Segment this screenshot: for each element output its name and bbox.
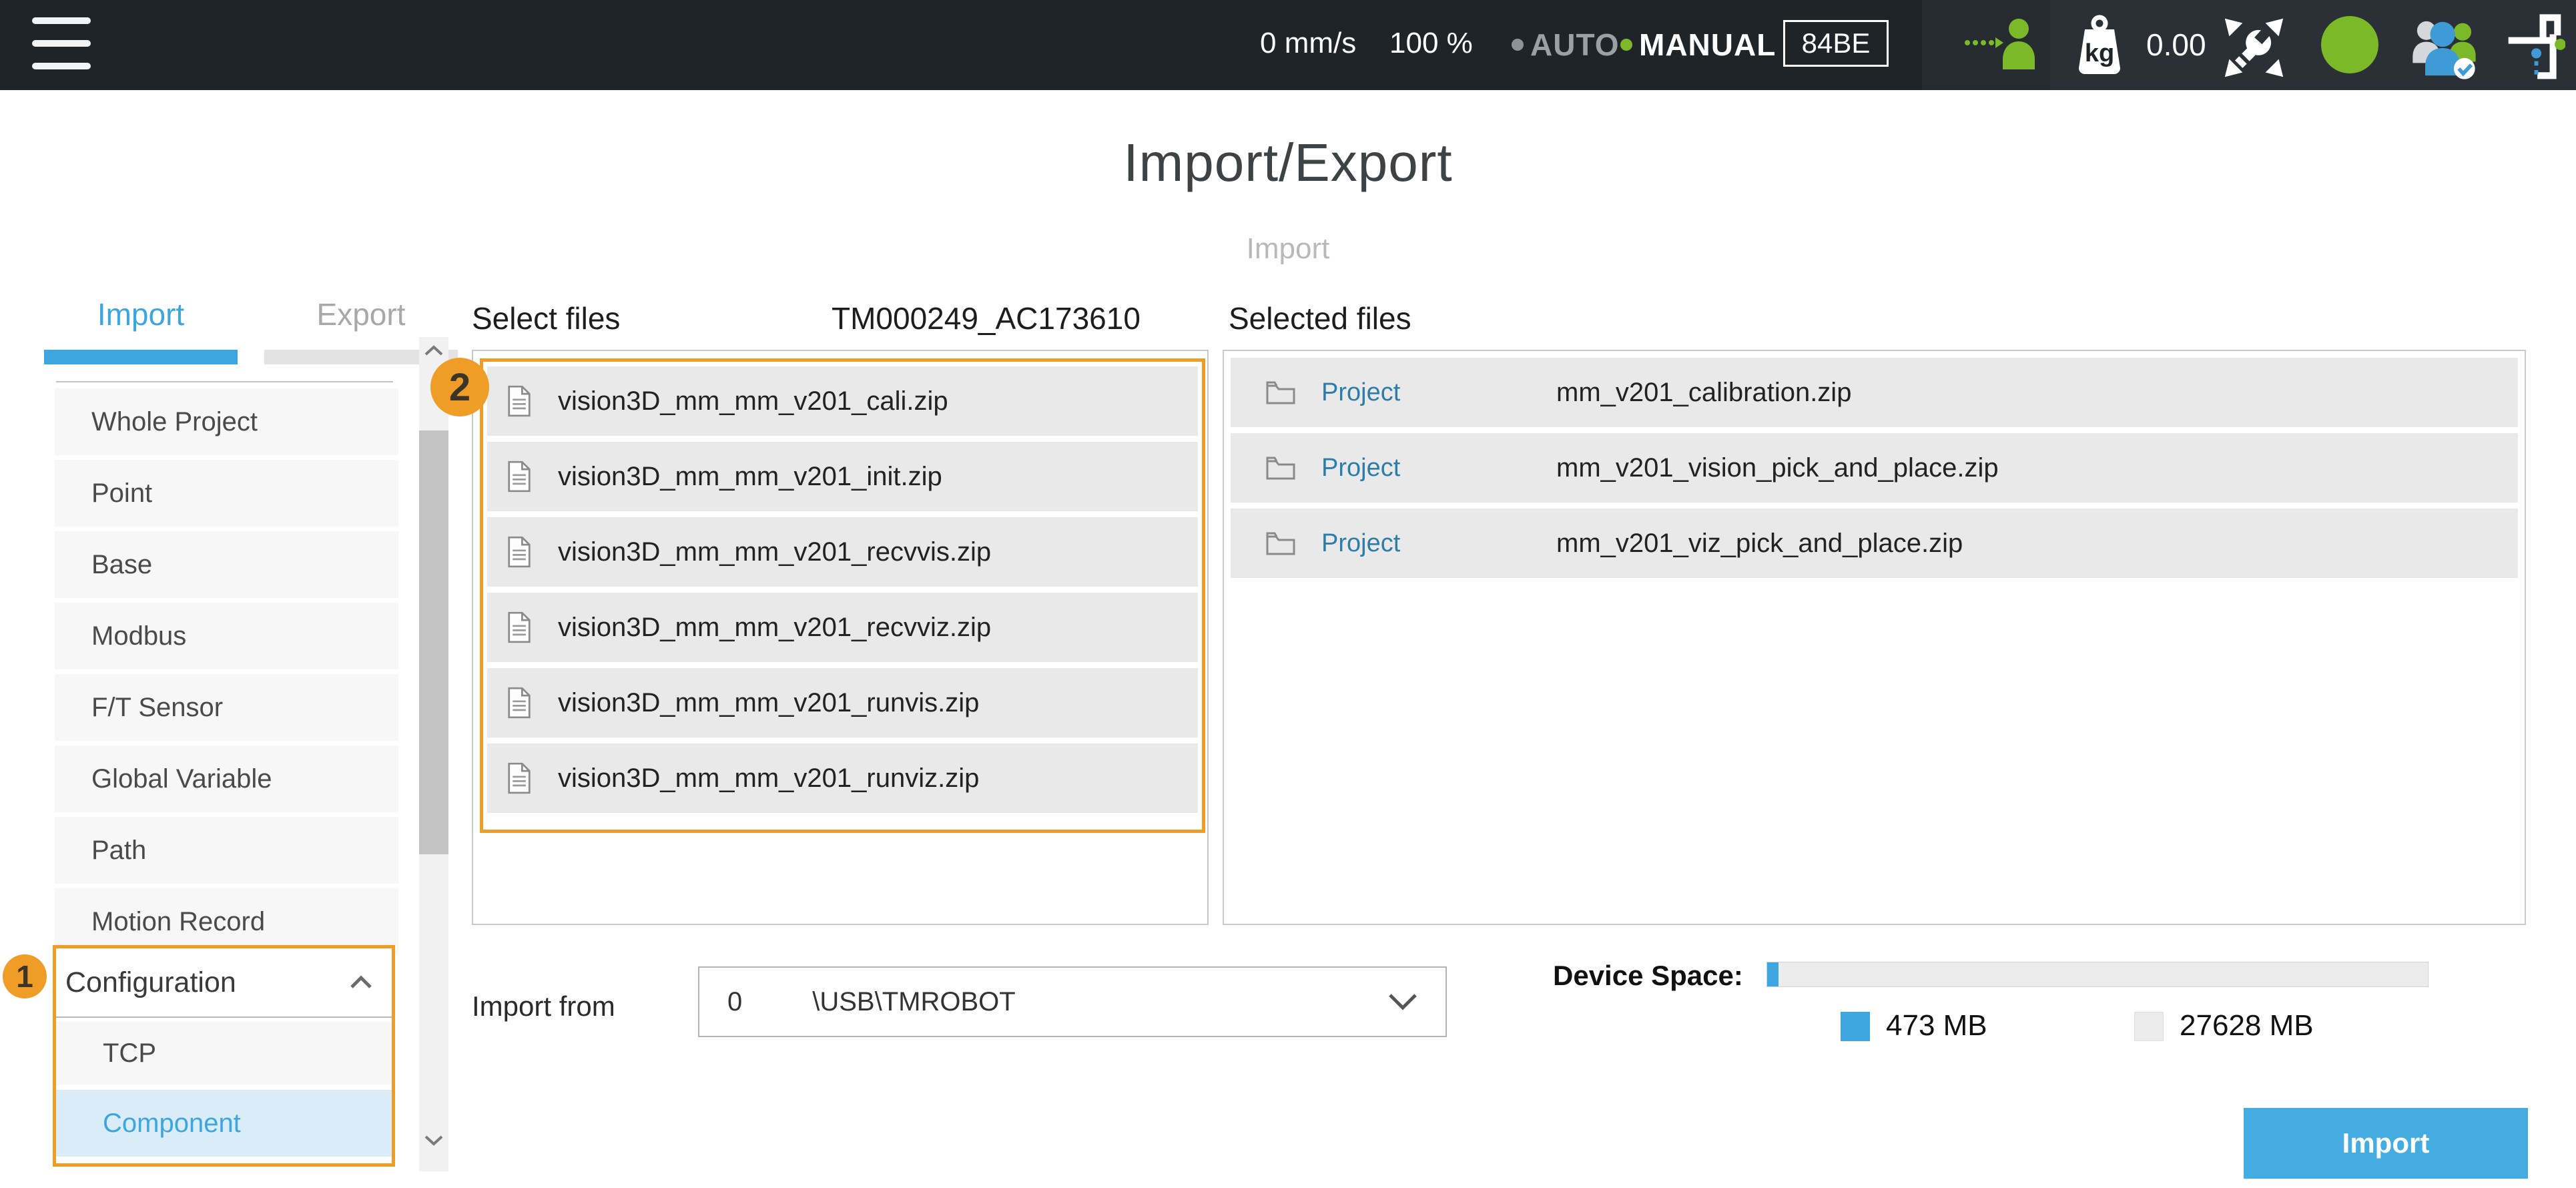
file-icon: [506, 385, 533, 417]
connected-users-icon[interactable]: [2406, 11, 2481, 85]
import-export-screen: 0 mm/s 100 % AUTO MANUAL 84BE kg 0.00: [0, 0, 2576, 1188]
selected-file-type: Project: [1321, 454, 1556, 483]
import-category-list: Whole Project Point Base Modbus F/T Sens…: [55, 388, 398, 960]
speed-readout: 0 mm/s: [1260, 27, 1356, 60]
top-status-bar: 0 mm/s 100 % AUTO MANUAL 84BE kg 0.00: [0, 0, 2576, 90]
robot-id-badge: 84BE: [1783, 20, 1889, 67]
sidebar-item-tcp[interactable]: TCP: [56, 1022, 392, 1085]
sidebar-item-point[interactable]: Point: [55, 460, 398, 527]
scroll-up-icon[interactable]: [423, 344, 444, 357]
folder-icon: [1265, 531, 1296, 556]
selected-file-row[interactable]: Project mm_v201_vision_pick_and_place.zi…: [1231, 433, 2518, 503]
sidebar-item-global-variable[interactable]: Global Variable: [55, 746, 398, 812]
sidebar-item-base[interactable]: Base: [55, 531, 398, 598]
payload-kg-icon[interactable]: kg: [2070, 15, 2129, 78]
file-row[interactable]: vision3D_mm_mm_v201_recvviz.zip: [487, 593, 1198, 662]
folder-icon: [1265, 455, 1296, 481]
svg-text:kg: kg: [2085, 39, 2114, 67]
sidebar-item-path[interactable]: Path: [55, 817, 398, 884]
free-space-value: 27628 MB: [2180, 1009, 2314, 1043]
device-space-used-fill: [1767, 962, 1779, 986]
topbar-status-segment: [2050, 0, 2576, 90]
tab-import-underline: [44, 350, 238, 364]
payload-value: 0.00: [2146, 27, 2206, 63]
chevron-down-icon: [1388, 993, 1417, 1010]
folder-icon: [1265, 380, 1296, 405]
file-icon: [506, 762, 533, 794]
manual-mode-dot-icon: [1620, 39, 1632, 51]
robot-status-light[interactable]: [2321, 16, 2378, 73]
file-row[interactable]: vision3D_mm_mm_v201_runvis.zip: [487, 668, 1198, 737]
free-space-swatch: [2134, 1012, 2164, 1041]
scroll-down-icon[interactable]: [423, 1133, 444, 1147]
sidebar-top-divider: [56, 381, 393, 382]
selected-file-name: mm_v201_calibration.zip: [1556, 378, 1851, 408]
device-space-bar: [1766, 962, 2429, 987]
sidebar-item-modbus[interactable]: Modbus: [55, 603, 398, 669]
tab-export[interactable]: Export: [264, 296, 458, 332]
auto-mode-indicator: AUTO: [1512, 27, 1620, 63]
used-space-swatch: [1841, 1012, 1870, 1041]
sidebar-item-component[interactable]: Component: [56, 1090, 392, 1157]
selected-files-panel: Project mm_v201_calibration.zip Project …: [1223, 350, 2526, 925]
selected-file-row[interactable]: Project mm_v201_viz_pick_and_place.zip: [1231, 509, 2518, 578]
selected-file-name: mm_v201_vision_pick_and_place.zip: [1556, 453, 1999, 483]
file-icon: [506, 461, 533, 493]
file-icon: [506, 687, 533, 719]
import-button[interactable]: Import: [2244, 1108, 2528, 1179]
selected-file-row[interactable]: Project mm_v201_calibration.zip: [1231, 358, 2518, 427]
select-files-heading: Select files: [472, 300, 620, 336]
tab-import[interactable]: Import: [44, 296, 238, 332]
sidebar-item-ft-sensor[interactable]: F/T Sensor: [55, 674, 398, 741]
select-files-selection-area: vision3D_mm_mm_v201_cali.zip vision3D_mm…: [480, 358, 1205, 833]
source-device-title: TM000249_AC173610: [832, 300, 1141, 336]
file-row[interactable]: vision3D_mm_mm_v201_cali.zip: [487, 366, 1198, 436]
file-icon: [506, 536, 533, 568]
step-2-annotation-badge: 2: [430, 358, 489, 416]
drive-index: 0: [727, 987, 742, 1017]
hamburger-menu-icon[interactable]: [32, 17, 92, 72]
drive-path: \USB\TMROBOT: [812, 987, 1015, 1017]
import-source-dropdown[interactable]: 0 \USB\TMROBOT: [698, 966, 1447, 1037]
file-icon: [506, 611, 533, 643]
configuration-header[interactable]: Configuration: [56, 948, 392, 1016]
manual-mode-label: MANUAL: [1639, 27, 1776, 63]
sidebar-scrollbar-thumb[interactable]: [419, 430, 448, 854]
sidebar-group-configuration: Configuration TCP Component: [53, 945, 395, 1167]
device-space-label: Device Space:: [1553, 960, 1743, 992]
file-row[interactable]: vision3D_mm_mm_v201_runviz.zip: [487, 744, 1198, 813]
page-title: Import/Export: [0, 132, 2576, 194]
file-row[interactable]: vision3D_mm_mm_v201_recvvis.zip: [487, 517, 1198, 587]
robot-arm-icon[interactable]: [2504, 7, 2565, 85]
page-subtitle: Import: [0, 232, 2576, 266]
tool-calibration-icon[interactable]: [2222, 16, 2286, 79]
sidebar-item-whole-project[interactable]: Whole Project: [55, 388, 398, 455]
user-login-icon[interactable]: [1962, 17, 2039, 74]
selected-files-heading: Selected files: [1229, 300, 1411, 336]
used-space-value: 473 MB: [1886, 1009, 1987, 1043]
chevron-up-icon: [349, 975, 373, 990]
auto-mode-label: AUTO: [1530, 27, 1620, 63]
import-from-label: Import from: [472, 990, 615, 1022]
step-1-annotation-badge: 1: [3, 954, 47, 998]
auto-mode-dot-icon: [1512, 39, 1524, 51]
speed-percent-readout: 100 %: [1389, 27, 1473, 60]
selected-file-type: Project: [1321, 378, 1556, 407]
file-row[interactable]: vision3D_mm_mm_v201_init.zip: [487, 442, 1198, 511]
configuration-divider: [56, 1016, 392, 1018]
selected-file-type: Project: [1321, 529, 1556, 558]
selected-file-name: mm_v201_viz_pick_and_place.zip: [1556, 529, 1963, 559]
manual-mode-indicator: MANUAL: [1620, 27, 1776, 63]
